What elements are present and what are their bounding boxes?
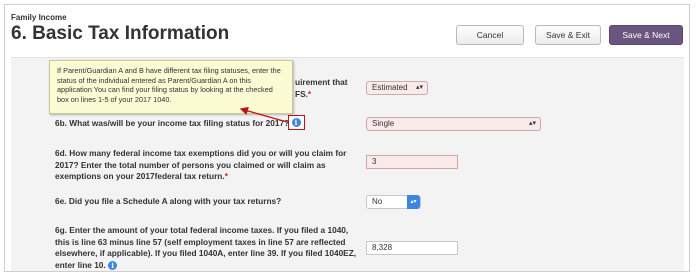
q6a-line2: FS.* (295, 89, 348, 101)
tooltip-popup: If Parent/Guardian A and B have differen… (49, 60, 293, 114)
form-frame: Family Income 6. Basic Tax Information C… (4, 4, 690, 272)
q6e-label: 6e. Did you file a Schedule A along with… (55, 196, 282, 206)
q6a-line2-text: FS. (295, 88, 308, 99)
q6a-line1: uirement that (295, 77, 348, 87)
q6b-selected-value: Single (372, 119, 395, 128)
save-next-button[interactable]: Save & Next (609, 25, 683, 45)
q6g-label: 6g. Enter the amount of your total feder… (55, 225, 360, 271)
q6a-estimated-select[interactable]: Estimated ▴▾ (366, 81, 428, 95)
q6b-label: 6b. What was/will be your income tax fil… (55, 118, 292, 130)
q6e-selected-value: No (372, 197, 383, 206)
info-icon[interactable]: i (108, 260, 118, 270)
section-label: Family Income (11, 13, 67, 22)
q6d-exemptions-input[interactable]: 3 (366, 155, 458, 169)
stepper-icon: ▴▾ (407, 195, 420, 209)
q6b-filing-status-select[interactable]: Single ▴▾ (366, 117, 541, 131)
q6d-label: 6d. How many federal income tax exemptio… (55, 148, 355, 183)
required-marker: * (307, 88, 312, 99)
updown-arrows-icon: ▴▾ (528, 120, 536, 127)
save-exit-button[interactable]: Save & Exit (535, 25, 601, 45)
q6d-label-text: 6d. How many federal income tax exemptio… (55, 148, 347, 181)
q6g-label-text: 6g. Enter the amount of your total feder… (55, 225, 357, 270)
q6g-federal-taxes-input[interactable]: 8,328 (366, 241, 458, 255)
updown-arrows-icon: ▴▾ (415, 84, 423, 91)
page-title: 6. Basic Tax Information (11, 23, 230, 44)
required-marker: * (224, 171, 228, 181)
info-icon[interactable]: i (291, 117, 301, 127)
cancel-button[interactable]: Cancel (456, 25, 524, 45)
q6e-schedule-a-select[interactable]: No ▴▾ (366, 195, 421, 209)
q6a-selected-value: Estimated (372, 83, 408, 92)
q6b-label-text: 6b. What was/will be your income tax fil… (55, 118, 290, 128)
info-icon-highlight: i (288, 115, 305, 130)
q6a-label-partial: uirement that FS.* (295, 77, 348, 100)
